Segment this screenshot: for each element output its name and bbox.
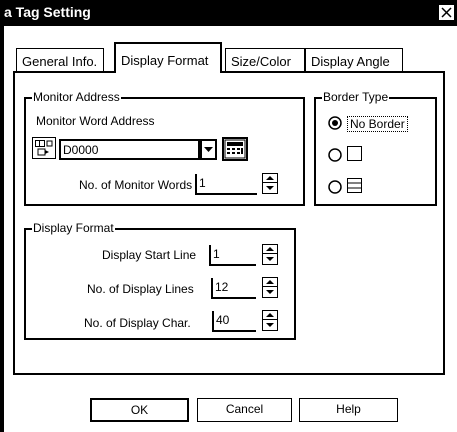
arrow-up-icon — [266, 313, 274, 317]
tag-setting-dialog: a Tag Setting General Info. Display Form… — [0, 0, 457, 432]
spin-up-button[interactable] — [263, 311, 277, 320]
help-button[interactable]: Help — [299, 398, 398, 422]
window-frame — [0, 26, 4, 432]
monitor-words-label: No. of Monitor Words — [79, 178, 193, 192]
tab-label: Size/Color — [231, 54, 291, 69]
tab-size-color[interactable]: Size/Color — [225, 48, 305, 72]
single-border-icon — [347, 146, 362, 161]
spin-down-button[interactable] — [263, 288, 277, 297]
start-line-value: 1 — [213, 247, 220, 261]
display-lines-value: 12 — [215, 280, 229, 294]
display-lines-spinner[interactable] — [262, 277, 278, 298]
radio-unselected-icon — [328, 180, 342, 194]
arrow-down-icon — [266, 257, 274, 261]
spin-up-button[interactable] — [263, 174, 277, 183]
ok-label: OK — [130, 403, 149, 417]
start-line-input[interactable]: 1 — [209, 245, 256, 266]
address-picker-button[interactable] — [32, 137, 56, 159]
radio-unselected-icon — [328, 148, 342, 162]
radio-selected-icon — [328, 116, 342, 130]
address-dropdown-button[interactable] — [200, 139, 217, 160]
monitor-words-input[interactable]: 1 — [195, 174, 257, 195]
tab-label: General Info. — [22, 54, 98, 69]
display-char-value: 40 — [216, 313, 230, 327]
lined-border-icon — [347, 178, 362, 193]
group-label: Display Format — [32, 221, 115, 235]
tab-display-angle[interactable]: Display Angle — [305, 48, 403, 72]
monitor-words-value: 1 — [199, 176, 206, 190]
spin-down-button[interactable] — [263, 184, 277, 193]
group-label: Border Type — [322, 90, 390, 104]
display-lines-label: No. of Display Lines — [87, 282, 194, 296]
cancel-label: Cancel — [225, 402, 264, 416]
arrow-up-icon — [266, 247, 274, 251]
arrow-down-icon — [266, 323, 274, 327]
radio-border-double[interactable] — [328, 180, 342, 194]
radio-border-single[interactable] — [328, 148, 342, 162]
spin-up-button[interactable] — [263, 278, 277, 287]
start-line-spinner[interactable] — [262, 244, 278, 265]
tab-display-format[interactable]: Display Format — [114, 42, 222, 73]
no-border-label: No Border — [347, 116, 408, 132]
spin-down-button[interactable] — [263, 321, 277, 330]
chevron-down-icon — [204, 147, 213, 152]
spin-up-button[interactable] — [263, 245, 277, 254]
arrow-down-icon — [266, 290, 274, 294]
monitor-words-spinner[interactable] — [262, 173, 278, 194]
arrow-up-icon — [266, 280, 274, 284]
group-label: Monitor Address — [32, 90, 121, 104]
display-char-label: No. of Display Char. — [84, 316, 191, 330]
spin-down-button[interactable] — [263, 255, 277, 264]
tab-general-info[interactable]: General Info. — [16, 48, 104, 72]
ok-button[interactable]: OK — [90, 398, 189, 422]
monitor-address-combo[interactable]: D0000 — [59, 139, 200, 160]
keypad-icon — [224, 139, 246, 159]
title-bar: a Tag Setting — [0, 0, 457, 26]
monitor-word-address-label: Monitor Word Address — [36, 114, 155, 128]
arrow-down-icon — [266, 186, 274, 190]
tab-label: Display Format — [121, 53, 209, 68]
tab-label: Display Angle — [311, 54, 390, 69]
radio-no-border[interactable] — [328, 116, 342, 130]
address-value: D0000 — [63, 143, 99, 157]
window-title: a Tag Setting — [4, 4, 91, 20]
arrow-up-icon — [266, 176, 274, 180]
close-button[interactable] — [438, 4, 455, 21]
keypad-button[interactable] — [222, 137, 248, 161]
help-label: Help — [336, 402, 361, 416]
display-char-spinner[interactable] — [262, 310, 278, 331]
display-char-input[interactable]: 40 — [212, 311, 256, 332]
address-input-icon — [35, 140, 53, 156]
cancel-button[interactable]: Cancel — [197, 398, 292, 422]
start-line-label: Display Start Line — [102, 248, 197, 262]
close-icon — [441, 7, 452, 18]
display-lines-input[interactable]: 12 — [211, 278, 256, 299]
